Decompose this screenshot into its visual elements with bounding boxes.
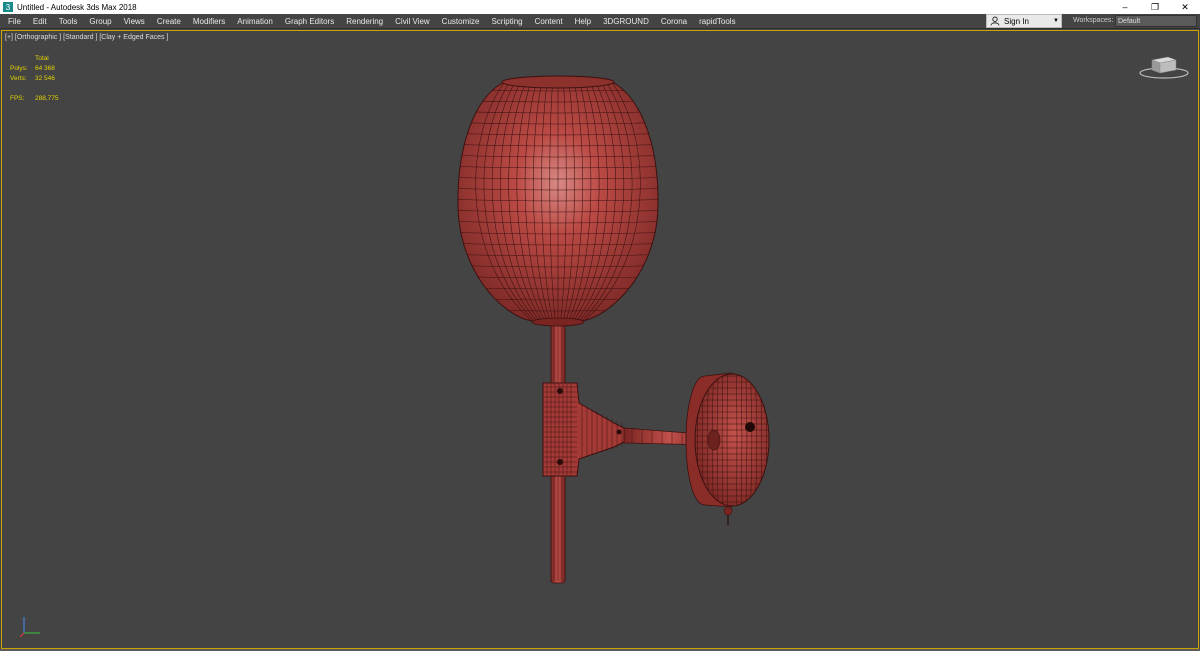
verts-value: 32 546 bbox=[35, 75, 55, 82]
stats-header: Total bbox=[35, 55, 49, 62]
menu-item-customize[interactable]: Customize bbox=[436, 14, 486, 29]
title-bar: 3 Untitled - Autodesk 3ds Max 2018 – ❐ ✕ bbox=[0, 0, 1200, 14]
fps-value: 288,775 bbox=[35, 95, 59, 102]
perspective-viewport[interactable]: [+] [Orthographic ] [Standard ] [Clay + … bbox=[1, 30, 1199, 649]
menu-bar: File Edit Tools Group Views Create Modifiers An… bbox=[0, 14, 1200, 29]
menu-item-file[interactable]: File bbox=[0, 14, 27, 29]
menu-item-help[interactable]: Help bbox=[569, 14, 597, 29]
axis-tripod-icon bbox=[19, 617, 40, 638]
menu-item-edit[interactable]: Edit bbox=[27, 14, 53, 29]
window-title: Untitled - Autodesk 3ds Max 2018 bbox=[17, 2, 137, 12]
viewcube-icon[interactable] bbox=[1138, 51, 1190, 81]
viewport-label[interactable]: [+] [Orthographic ] [Standard ] [Clay + … bbox=[5, 34, 168, 41]
minimize-button[interactable]: – bbox=[1110, 0, 1140, 14]
close-button[interactable]: ✕ bbox=[1170, 0, 1200, 14]
menu-item-content[interactable]: Content bbox=[529, 14, 569, 29]
statistics-overlay: Total Polys: 64 368 Verts: 32 546 FPS: 288,… bbox=[10, 54, 59, 104]
menu-item-civil-view[interactable]: Civil View bbox=[389, 14, 436, 29]
workspaces-select[interactable]: Default bbox=[1115, 15, 1197, 27]
svg-text:3: 3 bbox=[6, 3, 11, 12]
fps-label: FPS: bbox=[10, 95, 25, 102]
user-icon bbox=[990, 16, 1000, 26]
menu-item-modifiers[interactable]: Modifiers bbox=[187, 14, 231, 29]
menu-item-views[interactable]: Views bbox=[118, 14, 151, 29]
sign-in-dropdown[interactable]: Sign In ▼ bbox=[986, 14, 1062, 28]
sign-in-label: Sign In bbox=[1004, 16, 1029, 26]
menu-item-rendering[interactable]: Rendering bbox=[340, 14, 389, 29]
menu-items: File Edit Tools Group Views Create Modifiers An… bbox=[0, 14, 742, 29]
app-icon: 3 bbox=[3, 2, 13, 12]
menu-item-animation[interactable]: Animation bbox=[231, 14, 279, 29]
menu-item-tools[interactable]: Tools bbox=[53, 14, 84, 29]
menu-item-3dground[interactable]: 3DGROUND bbox=[597, 14, 655, 29]
wall-lamp-model bbox=[457, 75, 770, 584]
restore-button[interactable]: ❐ bbox=[1140, 0, 1170, 14]
polys-label: Polys: bbox=[10, 65, 28, 72]
chevron-down-icon: ▼ bbox=[1053, 18, 1059, 24]
menu-item-graph-editors[interactable]: Graph Editors bbox=[279, 14, 340, 29]
verts-label: Verts: bbox=[10, 75, 27, 82]
menu-item-scripting[interactable]: Scripting bbox=[485, 14, 528, 29]
workspaces-label: Workspaces: bbox=[1073, 17, 1114, 24]
menu-item-corona[interactable]: Corona bbox=[655, 14, 693, 29]
menu-item-create[interactable]: Create bbox=[151, 14, 187, 29]
polys-value: 64 368 bbox=[35, 65, 55, 72]
menu-item-group[interactable]: Group bbox=[83, 14, 117, 29]
menu-item-rapidtools[interactable]: rapidTools bbox=[693, 14, 741, 29]
